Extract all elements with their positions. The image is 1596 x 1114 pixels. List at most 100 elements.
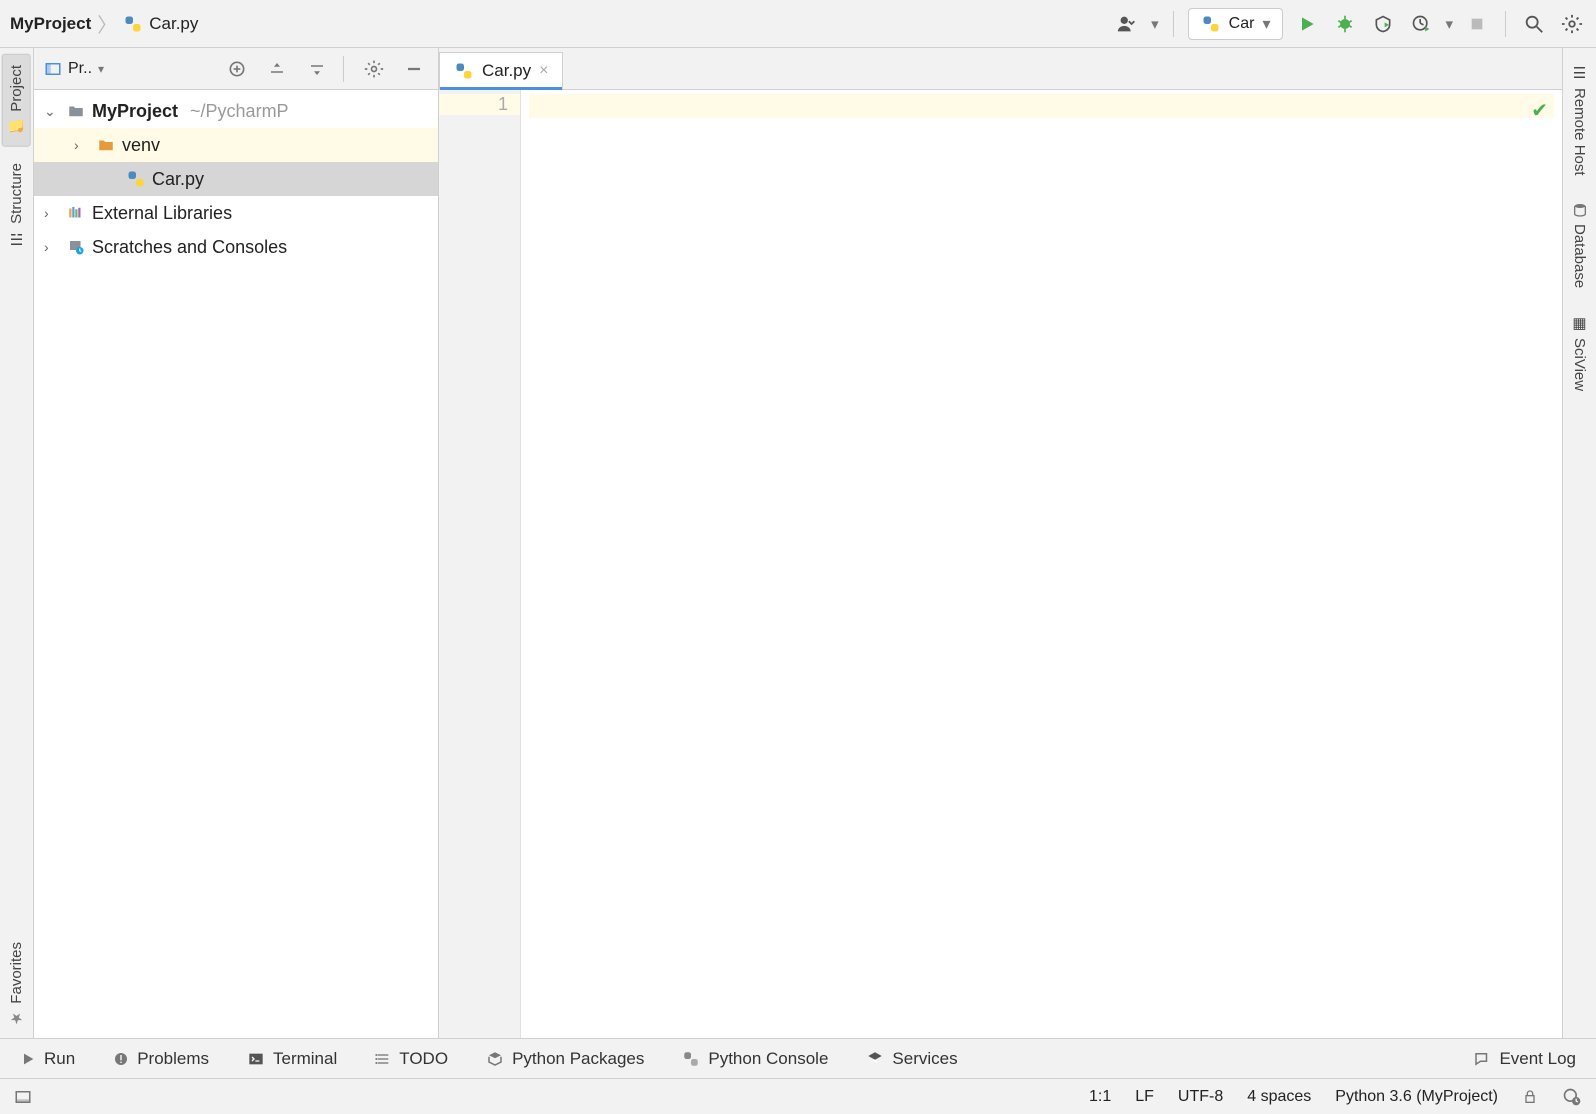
terminal-tool-label: Terminal	[273, 1049, 337, 1069]
star-icon: ★	[10, 1010, 23, 1028]
remote-host-label: Remote Host	[1571, 88, 1588, 176]
current-line-highlight	[529, 94, 1554, 118]
chevron-down-icon: ⌄	[44, 103, 60, 120]
inspection-ok-icon[interactable]: ✔	[1531, 98, 1548, 123]
chevron-down-icon[interactable]: ▾	[1151, 15, 1159, 33]
profile-button[interactable]	[1407, 10, 1435, 38]
database-tool-tab[interactable]: Database	[1567, 192, 1592, 298]
hide-panel-button[interactable]	[400, 55, 428, 83]
python-console-tool-tab[interactable]: Python Console	[682, 1049, 828, 1069]
problems-tool-label: Problems	[137, 1049, 209, 1069]
editor-body[interactable]: 1 ✔	[439, 90, 1562, 1038]
chevron-down-icon: ▾	[1262, 14, 1270, 34]
run-coverage-button[interactable]	[1369, 10, 1397, 38]
chevron-down-icon[interactable]: ▾	[1445, 15, 1453, 33]
chevron-right-icon: ›	[74, 137, 90, 153]
tree-root-name: MyProject	[92, 101, 178, 122]
expand-all-button[interactable]	[263, 55, 291, 83]
structure-icon: ☴	[10, 230, 23, 248]
breadcrumbs: MyProject 〉 Car.py	[10, 9, 198, 38]
chevron-right-icon: ›	[44, 239, 60, 255]
caret-position[interactable]: 1:1	[1089, 1088, 1111, 1106]
favorites-tool-label: Favorites	[8, 942, 25, 1004]
favorites-tool-tab[interactable]: ★ Favorites	[4, 932, 29, 1038]
tree-item-external-libraries[interactable]: › External Libraries	[34, 196, 438, 230]
breadcrumb-project[interactable]: MyProject	[10, 14, 91, 34]
chevron-down-icon: ▾	[98, 62, 104, 76]
remote-host-tool-tab[interactable]: ☰ Remote Host	[1567, 54, 1592, 186]
breadcrumb-file[interactable]: Car.py	[149, 14, 198, 34]
select-opened-file-button[interactable]	[223, 55, 251, 83]
services-tool-tab[interactable]: Services	[866, 1049, 957, 1069]
python-console-label: Python Console	[708, 1049, 828, 1069]
tree-item-scratches[interactable]: › Scratches and Consoles	[34, 230, 438, 264]
event-log-label: Event Log	[1499, 1049, 1576, 1069]
project-panel-title-text: Pr..	[68, 60, 92, 78]
toolbar-right: ▾ Car ▾ ▾	[1113, 8, 1586, 40]
structure-tool-label: Structure	[8, 163, 25, 224]
tree-item-label: External Libraries	[92, 203, 232, 224]
project-tree: ⌄ MyProject ~/PycharmP › venv Car.py	[34, 90, 438, 1038]
folder-icon	[96, 136, 116, 154]
status-bar: 1:1 LF UTF-8 4 spaces Python 3.6 (MyProj…	[0, 1078, 1596, 1114]
python-packages-tool-tab[interactable]: Python Packages	[486, 1049, 644, 1069]
tree-item-label: venv	[122, 135, 160, 156]
database-label: Database	[1571, 224, 1588, 288]
project-panel-header: Pr.. ▾	[34, 48, 438, 90]
ide-status-icon[interactable]	[1562, 1087, 1582, 1107]
indent-setting[interactable]: 4 spaces	[1247, 1088, 1311, 1106]
scratches-icon	[66, 238, 86, 256]
tree-root-path: ~/PycharmP	[190, 101, 289, 122]
editor-gutter: 1	[439, 90, 521, 1038]
line-number: 1	[439, 94, 520, 115]
sciview-label: SciView	[1571, 338, 1588, 391]
terminal-tool-tab[interactable]: Terminal	[247, 1049, 337, 1069]
close-tab-button[interactable]: ×	[539, 62, 548, 80]
event-log-tool-tab[interactable]: Event Log	[1473, 1049, 1576, 1069]
editor-tab-label: Car.py	[482, 61, 531, 81]
python-file-icon	[126, 169, 146, 189]
panel-divider	[343, 56, 344, 82]
project-panel-title[interactable]: Pr.. ▾	[44, 60, 104, 78]
editor-area: Car.py × 1 ✔	[439, 48, 1562, 1038]
tree-root[interactable]: ⌄ MyProject ~/PycharmP	[34, 94, 438, 128]
run-tool-tab[interactable]: Run	[20, 1049, 75, 1069]
line-separator[interactable]: LF	[1135, 1088, 1154, 1106]
right-tool-rail: ☰ Remote Host Database ▦ SciView	[1562, 48, 1596, 1038]
remote-host-icon: ☰	[1573, 64, 1586, 82]
editor-tab[interactable]: Car.py ×	[439, 52, 563, 89]
collapse-all-button[interactable]	[303, 55, 331, 83]
editor-tab-bar: Car.py ×	[439, 48, 1562, 90]
sciview-tool-tab[interactable]: ▦ SciView	[1567, 304, 1592, 401]
tool-windows-toggle-icon[interactable]	[14, 1088, 32, 1106]
python-packages-label: Python Packages	[512, 1049, 644, 1069]
settings-button[interactable]	[1558, 10, 1586, 38]
toolbar-divider	[1173, 11, 1174, 37]
problems-tool-tab[interactable]: Problems	[113, 1049, 209, 1069]
run-config-selector[interactable]: Car ▾	[1188, 8, 1284, 40]
todo-tool-tab[interactable]: TODO	[375, 1049, 448, 1069]
project-tool-label: Project	[8, 65, 25, 112]
tree-item-venv[interactable]: › venv	[34, 128, 438, 162]
project-panel: Pr.. ▾ ⌄	[34, 48, 439, 1038]
vcs-user-icon[interactable]	[1113, 10, 1141, 38]
folder-icon	[66, 102, 86, 120]
file-encoding[interactable]: UTF-8	[1178, 1088, 1223, 1106]
python-interpreter[interactable]: Python 3.6 (MyProject)	[1335, 1088, 1498, 1106]
code-area[interactable]	[521, 90, 1562, 1038]
structure-tool-tab[interactable]: ☴ Structure	[4, 153, 29, 258]
debug-button[interactable]	[1331, 10, 1359, 38]
tree-item-carpy[interactable]: Car.py	[34, 162, 438, 196]
project-tool-tab[interactable]: 📁 Project	[2, 54, 31, 147]
tree-item-label: Car.py	[152, 169, 204, 190]
search-everywhere-button[interactable]	[1520, 10, 1548, 38]
run-config-name: Car	[1229, 15, 1255, 33]
run-tool-label: Run	[44, 1049, 75, 1069]
bottom-tool-bar: Run Problems Terminal TODO Python Packag…	[0, 1038, 1596, 1078]
breadcrumb-separator-icon: 〉	[97, 9, 117, 38]
python-file-icon	[123, 14, 143, 34]
panel-settings-button[interactable]	[360, 55, 388, 83]
readonly-toggle-icon[interactable]	[1522, 1089, 1538, 1105]
toolbar-divider	[1505, 11, 1506, 37]
run-button[interactable]	[1293, 10, 1321, 38]
